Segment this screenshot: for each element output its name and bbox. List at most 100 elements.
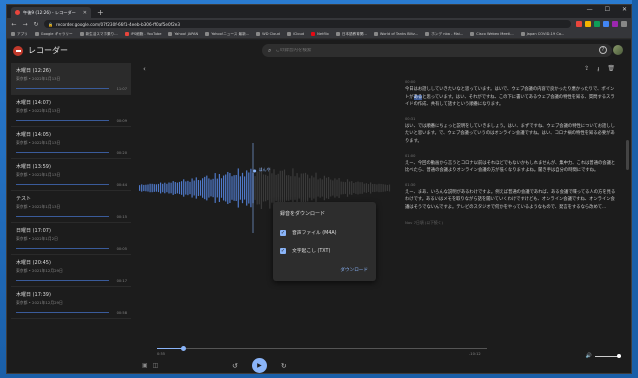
maximize-icon[interactable]: ☐	[605, 6, 610, 13]
bookmark-item[interactable]: 日本語教育関...	[335, 32, 367, 37]
bookmark-item[interactable]: Yahoo! JAPAN	[168, 32, 198, 36]
transcript-text[interactable]: えー、まあ、いろんな説明があるわけですよ。例えば普通の会議であれば、ある会議で喋…	[405, 189, 617, 212]
app-title: レコーダー	[28, 46, 68, 55]
recording-progress	[16, 88, 109, 89]
recording-item[interactable]: 木曜日 (12:26) 東京都 • 2022年1月13日 11:07	[11, 63, 131, 95]
recording-progress	[16, 312, 109, 313]
seek-track[interactable]	[157, 348, 487, 349]
bookmark-icon	[335, 32, 340, 36]
profile-icon[interactable]	[621, 21, 627, 27]
address-bar-row: ← → ↻ 🔒 recorder.google.com/07f230f-66f1…	[7, 18, 631, 30]
bookmark-item[interactable]: iPS細胞 - YouTube	[124, 32, 161, 37]
close-tab-icon[interactable]: ✕	[83, 10, 87, 16]
recording-meta: 東京都 • 2021年12月29日	[16, 268, 63, 273]
extension-icon[interactable]	[585, 21, 591, 27]
extension-icon[interactable]	[603, 21, 609, 27]
recording-title: 木曜日 (14:05)	[16, 132, 51, 138]
bookmark-icon	[286, 32, 291, 36]
bookmark-item[interactable]: ホンデ nba - Mai...	[425, 32, 463, 37]
bookmark-icon	[425, 32, 430, 36]
bookmark-item[interactable]: Netflix	[311, 32, 329, 36]
highlighted-word: ある	[413, 94, 423, 100]
close-window-icon[interactable]: ✕	[622, 6, 627, 13]
recording-item[interactable]: 木曜日 (20:45) 東京都 • 2021年12月29日 00:17	[11, 255, 131, 287]
search-input[interactable]	[275, 48, 476, 53]
speaker-icon[interactable]: 🔊	[586, 353, 592, 359]
extension-icon[interactable]	[594, 21, 600, 27]
transcript-paragraph: 00:00 今日はお話ししていきたいなと思っています。はいで、ウェブ会議の内容で…	[405, 80, 617, 109]
help-icon[interactable]: ?	[599, 46, 607, 54]
back-chevron-icon[interactable]: ‹	[143, 65, 146, 73]
extension-icon[interactable]	[612, 21, 618, 27]
seek-handle[interactable]	[181, 346, 186, 351]
dialog-title: 録音をダウンロード	[280, 211, 326, 217]
bookmark-icon	[470, 32, 475, 36]
download-option-transcript[interactable]: ✓ 文字起こし (TXT)	[280, 247, 369, 254]
search-bar[interactable]: ⌕	[262, 44, 612, 57]
recording-duration: 00:05	[116, 247, 127, 251]
recording-meta: 東京都 • 2022年1月13日	[16, 172, 61, 177]
reload-icon[interactable]: ↻	[33, 21, 39, 28]
bookmark-icon	[34, 32, 39, 36]
volume-slider[interactable]	[595, 353, 621, 358]
transcript-text[interactable]: えー、今回の動画から言うとコロナ以前はそれほどでもないかもしれませんが、集中力、…	[405, 160, 617, 175]
bookmark-item[interactable]: Cisco Webex Meeti...	[470, 32, 514, 36]
back-arrow-icon[interactable]: ←	[11, 21, 17, 28]
forward-icon[interactable]: ↻	[281, 362, 287, 370]
bookmark-item[interactable]: Yahoo!ニュース 最新...	[205, 32, 249, 37]
recorder-favicon	[15, 10, 20, 15]
transcript-text[interactable]: はい、では順番にちょっと説明をしていきましょう。はい、まずですね、ウェブ会議の特…	[405, 123, 617, 146]
recording-item[interactable]: 木曜日 (14:07) 東京都 • 2022年1月13日 00:09	[11, 95, 131, 127]
recording-meta: 東京都 • 2022年1月13日	[16, 204, 61, 209]
recording-item[interactable]: 木曜日 (17:39) 東京都 • 2021年12月29日 00:58	[11, 287, 131, 319]
recording-item[interactable]: テスト 東京都 • 2022年1月13日 00:15	[11, 191, 131, 223]
forward-arrow-icon[interactable]: →	[22, 21, 28, 28]
minimize-icon[interactable]: —	[587, 6, 593, 13]
marker-label[interactable]: ● ほんや	[253, 167, 271, 173]
recording-item[interactable]: 木曜日 (13:59) 東京都 • 2022年1月13日 00:44	[11, 159, 131, 191]
bookmarks-bar: アプリ Google ギャラリー 新生活スマホ乗り... iPS細胞 - You…	[7, 30, 631, 39]
bookmark-icon	[373, 32, 378, 36]
recording-progress	[16, 248, 109, 249]
recording-title: 木曜日 (13:59)	[16, 164, 51, 170]
checkbox-audio[interactable]: ✓	[280, 229, 286, 236]
playback-controls: ↺ ▶ ↻	[232, 358, 287, 373]
transcript-text[interactable]: 今日はお話ししていきたいなと思っています。はいで、ウェブ会議の内容で良かったり悪…	[405, 86, 617, 109]
view-toggle: ▣ ◫	[142, 362, 158, 369]
account-avatar[interactable]	[613, 45, 623, 55]
url-field[interactable]: 🔒 recorder.google.com/07f230f-66f1-4eeb-…	[44, 20, 571, 28]
bookmark-item[interactable]: iCloud	[286, 32, 304, 36]
recording-duration: 00:17	[116, 279, 127, 283]
transcript-scrollbar[interactable]	[626, 140, 629, 170]
bookmark-item[interactable]: アプリ	[11, 32, 28, 37]
bookmark-item[interactable]: WD Cloud	[256, 32, 280, 36]
bookmark-item[interactable]: 新生活スマホ乗り...	[79, 32, 118, 37]
recording-item[interactable]: 木曜日 (14:05) 東京都 • 2022年1月13日 00:20	[11, 127, 131, 159]
new-tab-icon[interactable]: +	[97, 8, 104, 18]
recording-progress	[16, 120, 109, 121]
recording-progress	[16, 184, 109, 185]
recording-progress	[16, 216, 109, 217]
volume-handle[interactable]	[617, 353, 621, 358]
bookmark-item[interactable]: World of Tanks Blitz...	[373, 32, 418, 36]
option-label: 文字起こし (TXT)	[292, 249, 331, 254]
browser-tab[interactable]: 午後9 (12:26) - レコーダー ✕	[11, 7, 91, 18]
bookmark-item[interactable]: Google ギャラリー	[34, 32, 73, 37]
pin-icon: ●	[253, 167, 257, 173]
rewind-icon[interactable]: ↺	[232, 362, 238, 370]
split-view-icon[interactable]: ◫	[153, 362, 159, 369]
recording-title: 木曜日 (12:26)	[16, 68, 51, 74]
transcript-view-icon[interactable]: ▣	[142, 362, 148, 369]
checkbox-transcript[interactable]: ✓	[280, 247, 286, 254]
play-button[interactable]: ▶	[251, 358, 267, 373]
recording-meta: 東京都 • 2022年1月13日	[16, 140, 61, 145]
recording-duration: 11:07	[116, 87, 127, 91]
download-option-audio[interactable]: ✓ 音声ファイル (M4A)	[280, 229, 369, 236]
recording-item[interactable]: 日曜日 (17:07) 東京都 • 2022年1月2日 00:05	[11, 223, 131, 255]
extension-icon[interactable]	[576, 21, 582, 27]
time-elapsed: 0:55	[157, 352, 166, 356]
bookmark-item[interactable]: Japan COVID-19 Co...	[520, 32, 564, 36]
recording-list: 木曜日 (12:26) 東京都 • 2022年1月13日 11:07 木曜日 (…	[11, 63, 131, 369]
recording-title: 日曜日 (17:07)	[16, 228, 51, 234]
download-button[interactable]: ダウンロード	[340, 267, 368, 273]
